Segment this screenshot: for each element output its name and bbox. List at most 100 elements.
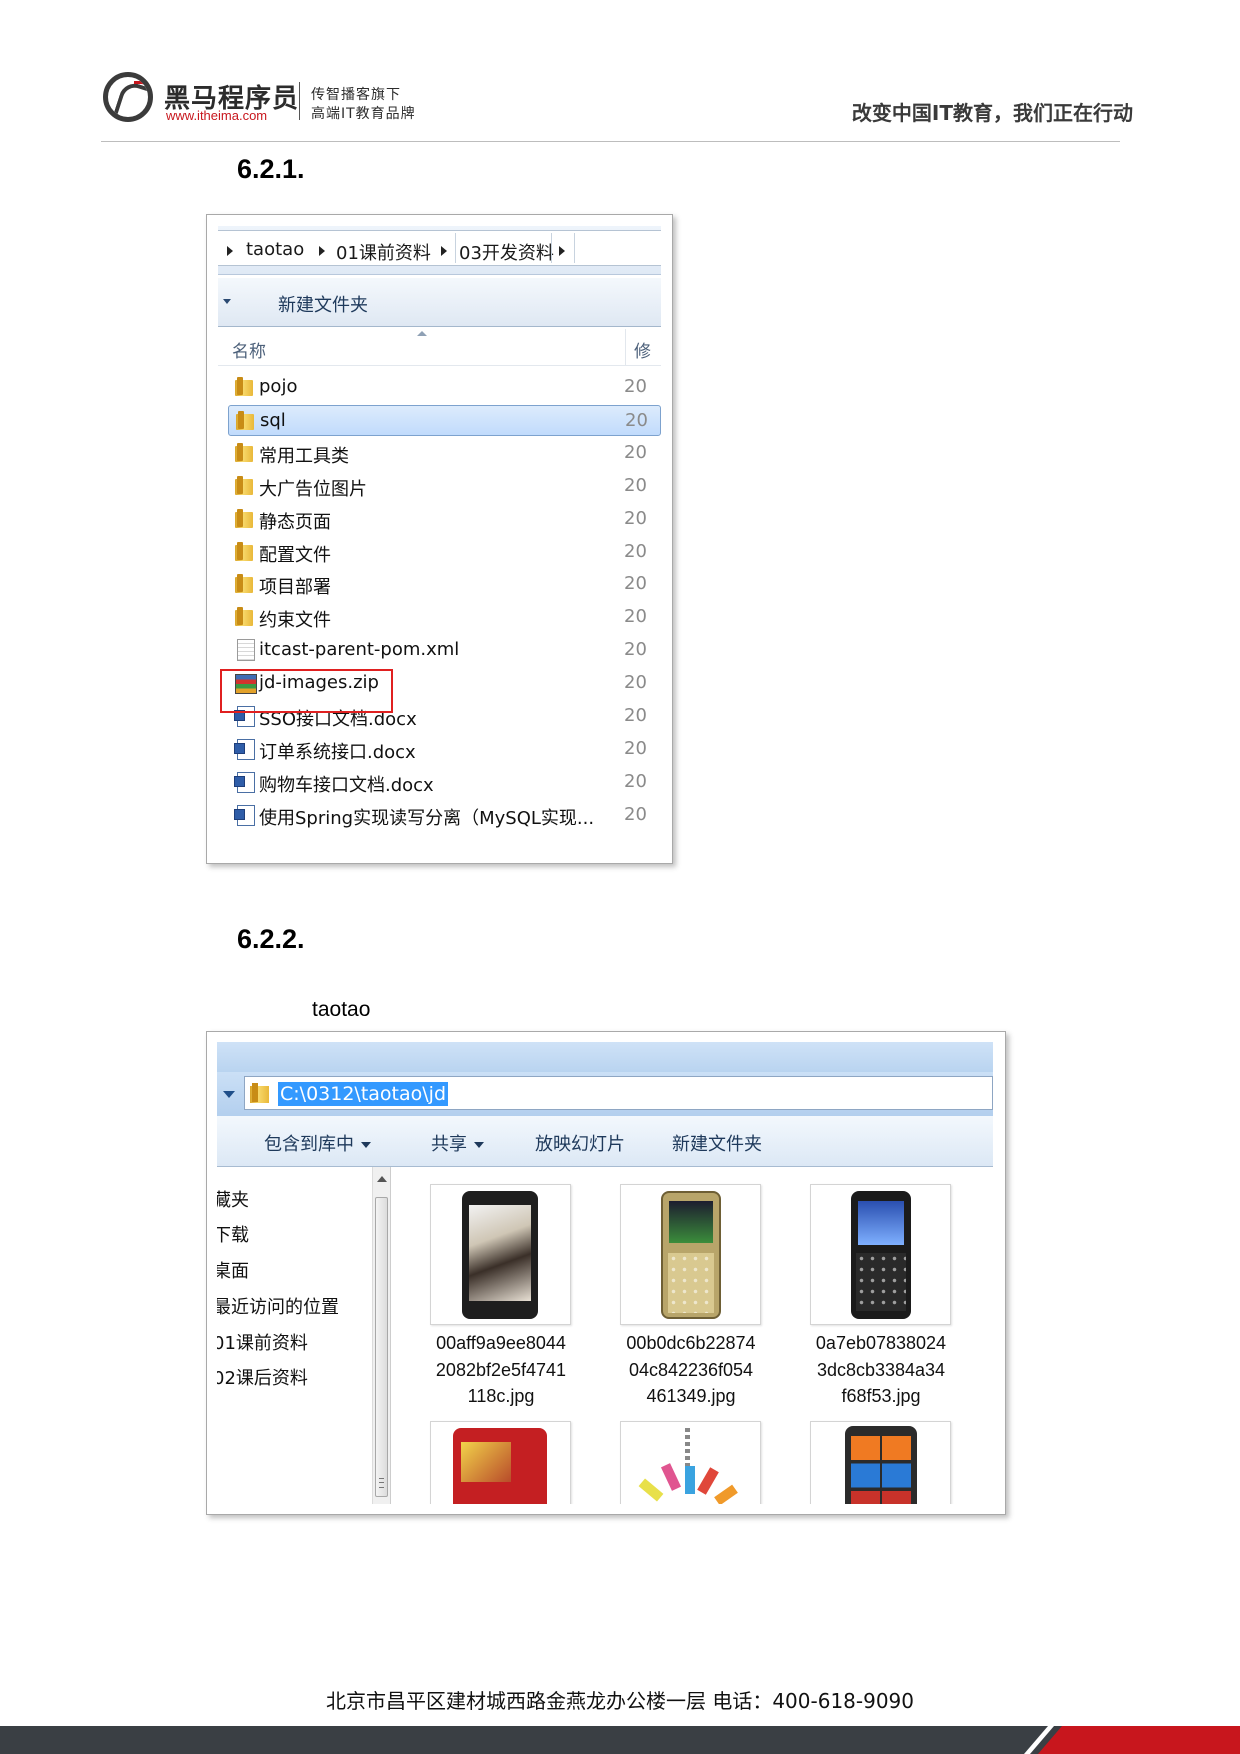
nav-item-course-materials[interactable]: 01课前资料 bbox=[217, 1329, 308, 1355]
header-slogan: 改变中国IT教育，我们正在行动 bbox=[851, 101, 1133, 125]
chevron-down-icon bbox=[474, 1142, 484, 1148]
file-modified-date: 20 bbox=[624, 639, 647, 661]
word-doc-icon bbox=[234, 771, 255, 793]
file-modified-date: 20 bbox=[624, 540, 647, 562]
sort-ascending-icon bbox=[417, 331, 427, 336]
folder-icon bbox=[235, 541, 255, 562]
file-row[interactable]: 约束文件 20 bbox=[228, 602, 661, 633]
brand-url: www.itheima.com bbox=[166, 108, 268, 123]
folder-icon bbox=[235, 607, 255, 627]
footer-accent bbox=[1038, 1726, 1240, 1754]
chevron-down-icon bbox=[361, 1142, 371, 1148]
thumbnail-caption: 0a7eb07838024 3dc8cb3384a34 f68f53.jpg bbox=[815, 1333, 947, 1406]
thumbnail-image[interactable] bbox=[430, 1421, 571, 1504]
file-row[interactable]: 项目部署 20 bbox=[228, 569, 661, 600]
file-row[interactable]: 配置文件 20 bbox=[228, 537, 661, 568]
file-modified-date: 20 bbox=[624, 803, 647, 825]
column-modified-header[interactable]: 修 bbox=[634, 337, 651, 362]
file-modified-date: 20 bbox=[624, 770, 647, 792]
thumbnail-image[interactable] bbox=[810, 1421, 951, 1504]
breadcrumb-arrow-icon[interactable] bbox=[441, 246, 447, 256]
folder-icon bbox=[235, 475, 255, 496]
scroll-up-icon[interactable] bbox=[377, 1176, 387, 1182]
thumbnail-caption: 00aff9a9ee8044 2082bf2e5f4741 118c.jpg bbox=[435, 1333, 567, 1406]
file-modified-date: 20 bbox=[624, 507, 647, 529]
nav-item-after-class[interactable]: 02课后资料 bbox=[217, 1364, 308, 1390]
include-in-library-button[interactable]: 包含到库中 bbox=[264, 1130, 371, 1156]
explorer-screenshot-thumbnails: C:\0312\taotao\jd 包含到库中 共享 放映幻灯片 新建文件夹 藏… bbox=[206, 1031, 1006, 1515]
file-name: 约束文件 bbox=[259, 610, 331, 632]
folder-icon bbox=[235, 508, 255, 529]
nav-item-recent-places[interactable]: 最近访问的位置 bbox=[217, 1293, 339, 1319]
thumbnail-image[interactable] bbox=[620, 1184, 761, 1325]
folder-icon bbox=[235, 574, 255, 594]
folder-icon bbox=[236, 410, 256, 431]
phone-image bbox=[661, 1191, 721, 1319]
phone-image bbox=[453, 1428, 547, 1504]
breadcrumb-arrow-icon[interactable] bbox=[559, 246, 565, 256]
file-name: 常用工具类 bbox=[259, 445, 349, 467]
thumbnail-caption: 00b0dc6b22874 04c842236f054 461349.jpg bbox=[626, 1333, 756, 1406]
caret-down-icon[interactable] bbox=[223, 299, 231, 304]
new-folder-button[interactable]: 新建文件夹 bbox=[278, 291, 368, 317]
explorer-screenshot-details: taotao 01课前资料 03开发资料 新建文件夹 名称 修 pojo 20 sq… bbox=[206, 214, 673, 864]
address-bar: C:\0312\taotao\jd bbox=[217, 1072, 993, 1116]
thumbnail-image[interactable] bbox=[430, 1184, 571, 1325]
scroll-thumb[interactable] bbox=[375, 1197, 388, 1497]
file-row[interactable]: 订单系统接口.docx 20 bbox=[228, 734, 661, 765]
slideshow-button[interactable]: 放映幻灯片 bbox=[535, 1130, 625, 1156]
nav-item-favorites[interactable]: 藏夹 bbox=[217, 1186, 249, 1212]
column-header: 名称 修 bbox=[218, 327, 661, 366]
nav-item-downloads[interactable]: 下载 bbox=[217, 1221, 249, 1247]
file-row[interactable]: sql 20 bbox=[228, 404, 661, 436]
file-modified-date: 20 bbox=[624, 737, 647, 759]
navigation-pane: 藏夹 下载 桌面 最近访问的位置 01课前资料 02课后资料 bbox=[217, 1167, 372, 1504]
file-name: 使用Spring实现读写分离（MySQL实现... bbox=[259, 807, 595, 829]
column-name-header[interactable]: 名称 bbox=[232, 337, 266, 362]
highlight-box bbox=[220, 669, 393, 713]
file-row[interactable]: 静态页面 20 bbox=[228, 504, 661, 535]
address-path[interactable]: C:\0312\taotao\jd bbox=[278, 1082, 448, 1106]
section-heading-621: 6.2.1. bbox=[237, 154, 305, 184]
new-folder-button[interactable]: 新建文件夹 bbox=[672, 1130, 762, 1156]
breadcrumb-arrow-icon[interactable] bbox=[319, 246, 325, 256]
breadcrumb-bar: taotao 01课前资料 03开发资料 bbox=[218, 226, 661, 275]
file-modified-date: 20 bbox=[624, 441, 647, 463]
folder-icon bbox=[250, 1082, 270, 1104]
window-title-strip bbox=[217, 1042, 993, 1072]
breadcrumb-arrow-icon[interactable] bbox=[227, 246, 233, 256]
breadcrumb-item-taotao[interactable]: taotao bbox=[246, 239, 304, 260]
file-row[interactable]: itcast-parent-pom.xml 20 bbox=[228, 635, 661, 666]
file-row[interactable]: 使用Spring实现读写分离（MySQL实现... 20 bbox=[228, 800, 661, 831]
nav-item-desktop[interactable]: 桌面 bbox=[217, 1257, 249, 1283]
folder-caption: taotao bbox=[312, 998, 371, 1021]
file-row[interactable]: 购物车接口文档.docx 20 bbox=[228, 767, 661, 798]
breadcrumb-item-course[interactable]: 01课前资料 bbox=[336, 239, 431, 265]
file-name: 大广告位图片 bbox=[259, 478, 367, 500]
file-row[interactable]: 常用工具类 20 bbox=[228, 438, 661, 469]
file-modified-date: 20 bbox=[624, 672, 647, 694]
brand-tagline-2: 高端IT教育品牌 bbox=[311, 106, 416, 122]
address-input[interactable]: C:\0312\taotao\jd bbox=[244, 1076, 993, 1110]
file-modified-date: 20 bbox=[624, 705, 647, 726]
thumbnail-image[interactable] bbox=[810, 1184, 951, 1325]
toolbar: 包含到库中 共享 放映幻灯片 新建文件夹 bbox=[217, 1116, 993, 1167]
file-name: 项目部署 bbox=[259, 577, 331, 599]
horse-logo-icon bbox=[103, 72, 153, 122]
nav-scrollbar[interactable] bbox=[372, 1167, 391, 1504]
file-modified-date: 20 bbox=[624, 376, 647, 397]
thumbnail-image[interactable] bbox=[620, 1421, 761, 1504]
breadcrumb-item-dev[interactable]: 03开发资料 bbox=[459, 239, 554, 265]
page-header: 黑马程序员 www.itheima.com 传智播客旗下 高端IT教育品牌 改变… bbox=[0, 0, 1240, 145]
folder-icon bbox=[235, 377, 255, 397]
file-row[interactable]: pojo 20 bbox=[228, 372, 661, 403]
file-name: pojo bbox=[259, 376, 298, 397]
section-heading-622: 6.2.2. bbox=[237, 924, 305, 954]
phone-image bbox=[851, 1191, 911, 1319]
footer-address: 北京市昌平区建材城西路金燕龙办公楼一层 电话：400-618-9090 bbox=[325, 1689, 915, 1713]
breadcrumb[interactable]: taotao 01课前资料 03开发资料 bbox=[218, 230, 661, 266]
history-dropdown-icon[interactable] bbox=[223, 1091, 235, 1098]
share-button[interactable]: 共享 bbox=[431, 1130, 484, 1156]
word-doc-icon bbox=[234, 804, 255, 826]
file-row[interactable]: 大广告位图片 20 bbox=[228, 471, 661, 502]
